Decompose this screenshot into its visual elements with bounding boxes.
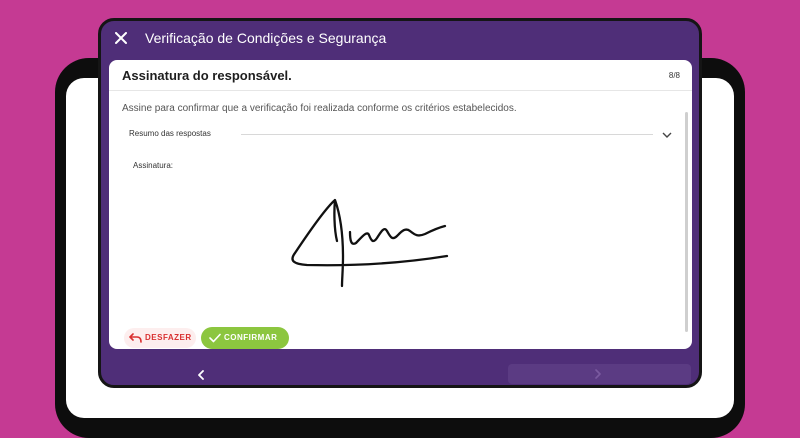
undo-icon [129,333,142,343]
summary-accordion[interactable]: Resumo das respostas [129,128,674,142]
confirm-label: CONFIRMAR [224,333,278,342]
step-counter: 8/8 [668,71,680,80]
card-header: Assinatura do responsável. 8/8 [109,60,692,91]
signature-pad[interactable] [129,174,669,304]
next-button[interactable] [508,364,691,384]
instruction-text: Assine para confirmar que a verificação … [122,103,517,114]
confirm-button[interactable]: CONFIRMAR [201,327,289,349]
chevron-right-icon [595,369,601,379]
summary-divider [241,134,653,135]
close-button[interactable] [111,28,131,48]
chevron-down-icon [662,132,672,138]
top-bar: Verificação de Condições e Segurança [101,21,699,57]
signature-card: Assinatura do responsável. 8/8 Assine pa… [109,60,692,349]
signature-label: Assinatura: [133,161,174,170]
check-icon [209,333,221,343]
undo-label: DESFAZER [145,333,192,342]
scrollbar[interactable] [685,112,688,332]
undo-button[interactable]: DESFAZER [124,328,196,348]
expand-summary-button[interactable] [660,128,674,142]
app-title: Verificação de Condições e Segurança [145,30,387,46]
bottom-navigation [101,361,699,385]
chevron-left-icon [198,370,204,380]
signature-drawing [291,198,449,288]
close-icon [115,32,127,44]
previous-button[interactable] [191,366,211,384]
summary-label: Resumo das respostas [129,129,211,138]
card-title: Assinatura do responsável. [122,68,292,83]
verification-panel: Verificação de Condições e Segurança Ass… [98,18,702,388]
